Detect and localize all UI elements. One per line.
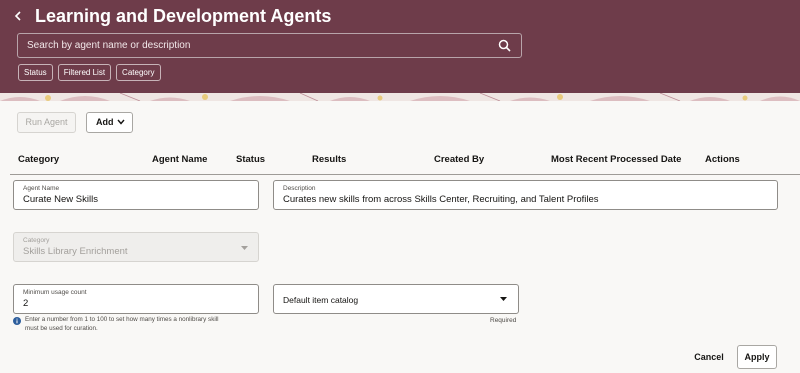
category-label: Category (23, 237, 50, 244)
agent-name-field[interactable]: Agent Name Curate New Skills (13, 180, 259, 210)
page-title: Learning and Development Agents (35, 6, 332, 26)
column-header-created-by[interactable]: Created By (434, 154, 484, 165)
search-box[interactable] (17, 33, 522, 58)
decorative-banner (0, 93, 800, 101)
back-button[interactable] (14, 7, 28, 25)
help-text: Enter a number from 1 to 100 to set how … (25, 316, 219, 332)
search-input[interactable] (27, 34, 487, 57)
run-agent-button[interactable]: Run Agent (17, 112, 76, 133)
table-header-divider (10, 174, 800, 175)
agent-name-label: Agent Name (23, 185, 60, 192)
description-value[interactable]: Curates new skills from across Skills Ce… (283, 194, 599, 205)
column-header-category[interactable]: Category (18, 154, 59, 165)
chevron-down-icon (117, 119, 125, 125)
minimum-usage-label: Minimum usage count (23, 289, 87, 296)
filter-chips: Status Filtered List Category (18, 64, 161, 81)
required-hint: Required (490, 317, 517, 324)
column-header-agent-name[interactable]: Agent Name (152, 154, 207, 165)
apply-button[interactable]: Apply (737, 345, 777, 369)
agent-name-value[interactable]: Curate New Skills (23, 194, 98, 205)
filter-chip-status[interactable]: Status (18, 64, 53, 81)
page-header: Learning and Development Agents Status F… (0, 0, 800, 93)
minimum-usage-field[interactable]: Minimum usage count 2 (13, 284, 259, 314)
column-header-actions[interactable]: Actions (705, 154, 740, 165)
add-button-label: Add (96, 117, 114, 127)
category-value: Skills Library Enrichment (23, 246, 128, 257)
caret-down-icon (500, 297, 507, 301)
description-field[interactable]: Description Curates new skills from acro… (273, 180, 778, 210)
cancel-button[interactable]: Cancel (689, 347, 729, 367)
column-header-results[interactable]: Results (312, 154, 346, 165)
info-icon (13, 317, 21, 325)
minimum-usage-value[interactable]: 2 (23, 298, 28, 309)
minimum-usage-help: Enter a number from 1 to 100 to set how … (13, 316, 263, 333)
column-header-processed-date[interactable]: Most Recent Processed Date (551, 154, 681, 165)
default-catalog-label: Default item catalog (283, 295, 359, 305)
chevron-left-icon (14, 11, 21, 21)
filter-chip-filtered-list[interactable]: Filtered List (57, 64, 112, 81)
description-label: Description (283, 185, 316, 192)
column-header-status[interactable]: Status (236, 154, 265, 165)
caret-down-icon (241, 246, 248, 250)
filter-chip-category[interactable]: Category (116, 64, 161, 81)
category-select: Category Skills Library Enrichment (13, 232, 259, 262)
add-button[interactable]: Add (86, 112, 133, 133)
search-icon[interactable] (498, 39, 511, 52)
default-catalog-select[interactable]: Default item catalog (273, 284, 519, 314)
